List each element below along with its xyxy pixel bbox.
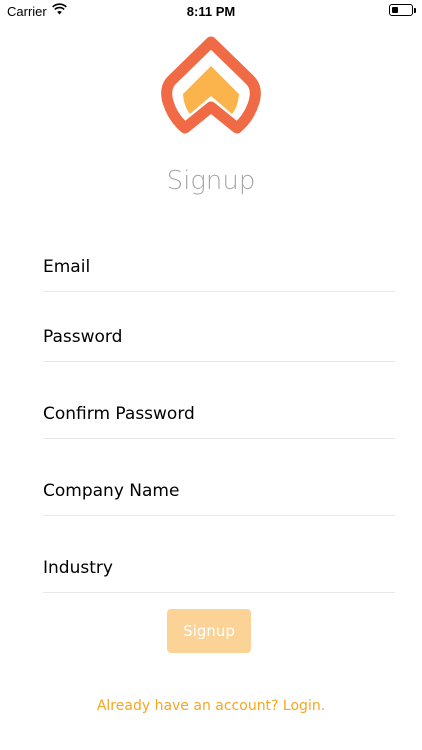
login-link[interactable]: Already have an account? Login. (0, 698, 422, 714)
status-bar: Carrier 8:11 PM (0, 0, 422, 22)
password-field-row (43, 302, 395, 362)
email-field[interactable] (43, 254, 395, 280)
password-field[interactable] (43, 324, 395, 350)
status-time: 8:11 PM (186, 4, 236, 19)
industry-field-underline (43, 592, 395, 593)
signup-button[interactable]: Signup (167, 609, 251, 653)
email-field-row (43, 232, 395, 292)
password-field-underline (43, 361, 395, 362)
signup-screen: Carrier 8:11 PM Signup Signup (0, 0, 422, 750)
industry-field[interactable] (43, 555, 395, 581)
industry-field-row (43, 533, 395, 593)
battery-nub (414, 8, 416, 13)
company-name-field-row (43, 456, 395, 516)
app-logo-icon (161, 36, 261, 134)
company-name-field-underline (43, 515, 395, 516)
confirm-password-field-row (43, 379, 395, 439)
battery-fill (392, 7, 398, 13)
company-name-field[interactable] (43, 478, 395, 504)
confirm-password-field-underline (43, 438, 395, 439)
email-field-underline (43, 291, 395, 292)
battery-icon (389, 4, 413, 16)
confirm-password-field[interactable] (43, 401, 395, 427)
page-title: Signup (166, 166, 256, 196)
